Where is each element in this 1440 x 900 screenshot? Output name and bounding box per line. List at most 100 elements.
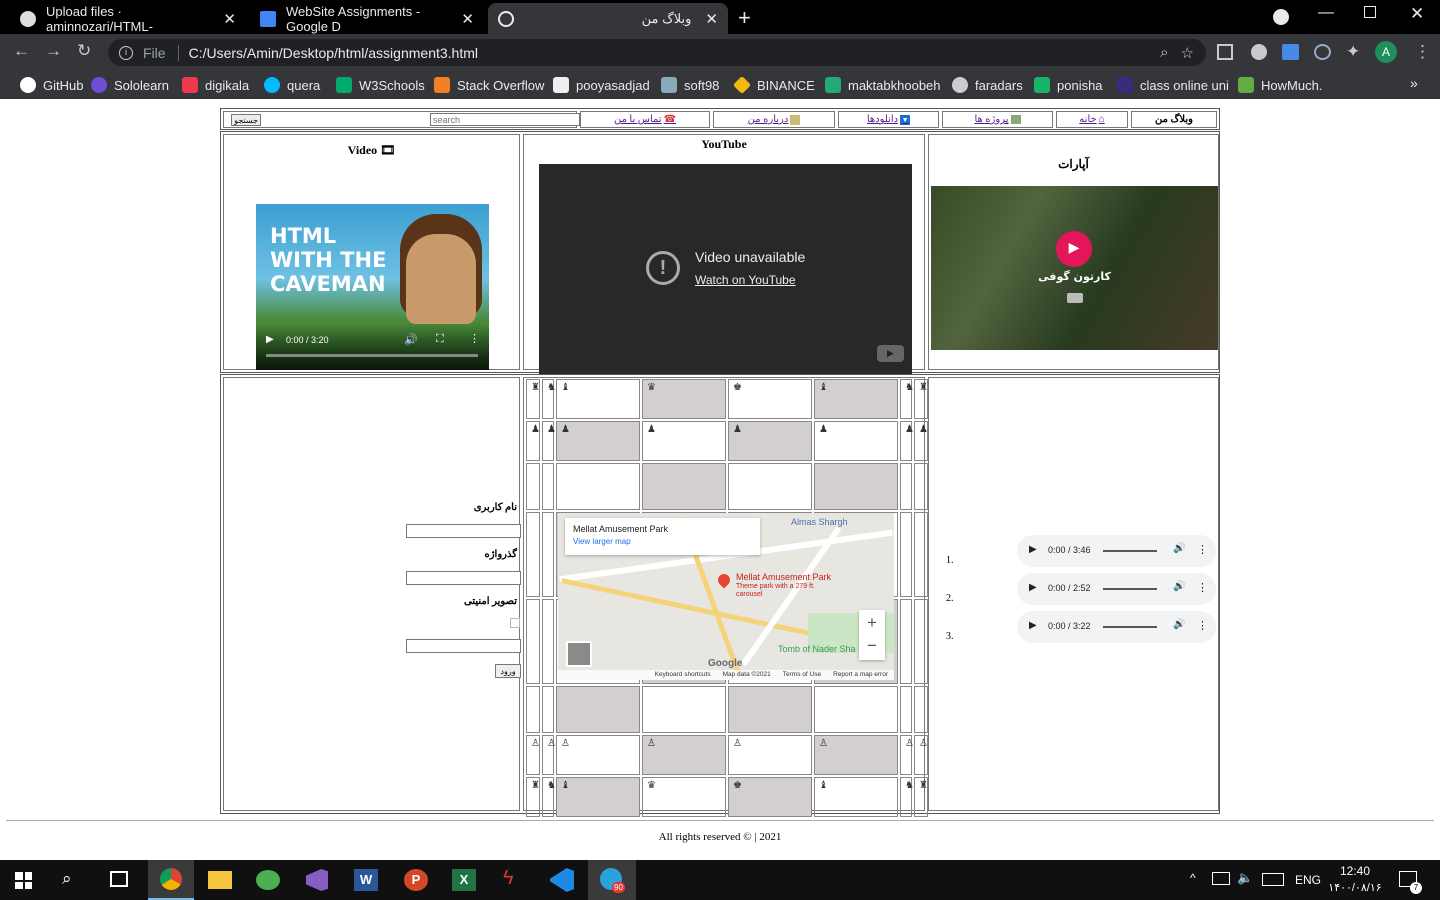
search-icon[interactable]: ⌕ [62,869,72,889]
clock-date[interactable]: ۱۴۰۰/۰۸/۱۶ [1326,881,1384,894]
bookmark-sololearn[interactable]: Sololearn [91,76,169,94]
task-view-icon[interactable] [110,871,128,887]
bookmark-class-online[interactable]: class online uni [1117,76,1229,94]
start-icon[interactable] [15,872,32,889]
close-icon[interactable]: ✕ [223,10,236,28]
more-icon[interactable]: ⋮ [469,332,480,345]
map-pin-icon[interactable] [715,571,733,589]
audio-player[interactable]: ▶ 0:00 / 2:52 🔊 ⋮ [1017,573,1216,605]
file-explorer-icon[interactable] [208,871,232,889]
google-map[interactable]: Mellat Amusement Park View larger map Al… [558,513,894,680]
fullscreen-icon[interactable]: ⛶ [436,333,444,346]
network-icon[interactable] [1212,872,1230,885]
nav-downloads[interactable]: دانلودها ▼ [838,111,939,128]
tab-search-icon[interactable] [1273,9,1289,25]
profile-avatar[interactable]: A [1375,41,1397,63]
audio-player[interactable]: ▶ 0:00 / 3:46 🔊 ⋮ [1017,535,1216,567]
new-tab-icon[interactable]: + [738,5,751,31]
word-icon[interactable]: W [354,869,378,891]
bookmark-pooyasadjad[interactable]: pooyasadjad [553,76,650,94]
nav-home[interactable]: خانه ⌂ [1056,111,1128,128]
more-icon[interactable]: ⋮ [1197,543,1208,556]
minimize-icon[interactable]: — [1318,4,1334,22]
bookmark-w3schools[interactable]: W3Schools [336,76,425,94]
bookmark-quera[interactable]: quera [264,76,320,94]
youtube-logo-icon[interactable]: ▶ [877,345,904,362]
menu-icon[interactable]: ⋮ [1414,42,1431,62]
audio-progress[interactable] [1103,588,1157,590]
visual-studio-icon[interactable] [306,869,328,891]
extension-icon[interactable] [1251,44,1267,60]
nav-about[interactable]: درباره من [713,111,835,128]
bookmark-digikala[interactable]: digikala [182,76,249,94]
volume-icon[interactable]: 🔊 [1173,619,1185,630]
volume-icon[interactable]: 🔊 [1173,581,1185,592]
zoom-out-button[interactable]: − [859,635,885,657]
powerpoint-icon[interactable]: P [404,869,428,891]
chrome-taskbar-button[interactable] [148,860,194,900]
audio-progress[interactable] [1103,550,1157,552]
submit-button[interactable]: ورود [495,664,521,678]
forward-icon[interactable]: → [45,41,62,61]
volume-icon[interactable]: 🔈 [1237,870,1253,886]
tab-github[interactable]: Upload files · aminnozari/HTML- ✕ [10,3,246,34]
satellite-toggle[interactable] [566,641,592,667]
tray-chevron-icon[interactable]: ^ [1190,871,1196,885]
bookmark-stackoverflow[interactable]: Stack Overflow [434,76,544,94]
more-icon[interactable]: ⋮ [1197,619,1208,632]
window-close-icon[interactable]: ✕ [1410,4,1424,24]
audio-progress[interactable] [1103,626,1157,628]
play-icon[interactable]: ▶ [1029,620,1037,631]
excel-icon[interactable]: X [452,869,476,891]
tab-google-docs[interactable]: WebSite Assignments - Google D ✕ [250,3,484,34]
username-input[interactable] [406,524,521,538]
watch-on-youtube-link[interactable]: Watch on YouTube [695,273,796,287]
bookmark-soft98[interactable]: soft98 [661,76,719,94]
search-button[interactable]: جستجو [231,114,261,126]
play-icon[interactable]: ▶ [1029,544,1037,555]
star-icon[interactable]: ☆ [1181,44,1194,62]
tab-blog[interactable]: وبلاگ من ✕ [488,3,728,34]
play-icon[interactable]: ▶ [266,334,274,345]
map-footer-item[interactable]: Report a map error [833,670,888,680]
aparat-play-icon[interactable]: ▶ [1056,231,1092,267]
bookmark-ponisha[interactable]: ponisha [1034,76,1103,94]
more-icon[interactable]: ⋮ [1197,581,1208,594]
map-footer-item[interactable]: Keyboard shortcuts [655,670,711,680]
map-footer-item[interactable]: Terms of Use [783,670,821,680]
clock-time[interactable]: 12:40 [1330,864,1380,878]
youtube-embed[interactable]: ! Video unavailable Watch on YouTube ▶ [539,164,912,374]
close-icon[interactable]: ✕ [705,10,718,28]
telegram-taskbar-button[interactable]: 90 [588,860,636,900]
qr-icon[interactable] [1217,44,1233,60]
volume-icon[interactable]: 🔊 [1173,543,1185,554]
app-icon[interactable] [256,870,280,890]
video-player[interactable]: HTML WITH THE CAVEMAN ▶ 0:00 / 3:20 🔊 ⛶ … [256,204,489,370]
translate-icon[interactable] [1282,44,1299,60]
info-icon[interactable]: i [119,45,133,60]
more-bookmarks-icon[interactable]: » [1410,75,1418,91]
captcha-input[interactable] [406,639,521,653]
audio-player[interactable]: ▶ 0:00 / 3:22 🔊 ⋮ [1017,611,1216,643]
bookmark-github[interactable]: GitHub [20,76,83,94]
play-icon[interactable]: ▶ [1029,582,1037,593]
vpn-icon[interactable] [1314,44,1331,60]
search-input[interactable] [430,113,580,126]
filezilla-icon[interactable]: ϟ [503,867,514,890]
bookmark-maktabkhoobeh[interactable]: maktabkhoobeh [825,76,941,94]
keyboard-icon[interactable] [1262,873,1284,886]
bookmark-howmuch[interactable]: HowMuch. [1238,76,1322,94]
password-input[interactable] [406,571,521,585]
nav-contact[interactable]: تماس با من ☎ [580,111,710,128]
bookmark-binance[interactable]: BINANCE [732,75,815,95]
video-progress[interactable] [266,354,478,357]
aparat-embed[interactable]: ▶ کارتون گوفی [931,186,1218,350]
close-icon[interactable]: ✕ [461,10,474,28]
bookmark-faradars[interactable]: faradars [952,76,1023,94]
language-indicator[interactable]: ENG [1295,873,1321,887]
puzzle-icon[interactable]: ✦ [1346,42,1360,62]
vscode-icon[interactable] [550,868,574,892]
reload-icon[interactable]: ↻ [77,41,91,61]
address-bar[interactable]: i File C:/Users/Amin/Desktop/html/assign… [108,39,1206,66]
zoom-in-button[interactable]: + [859,610,885,635]
